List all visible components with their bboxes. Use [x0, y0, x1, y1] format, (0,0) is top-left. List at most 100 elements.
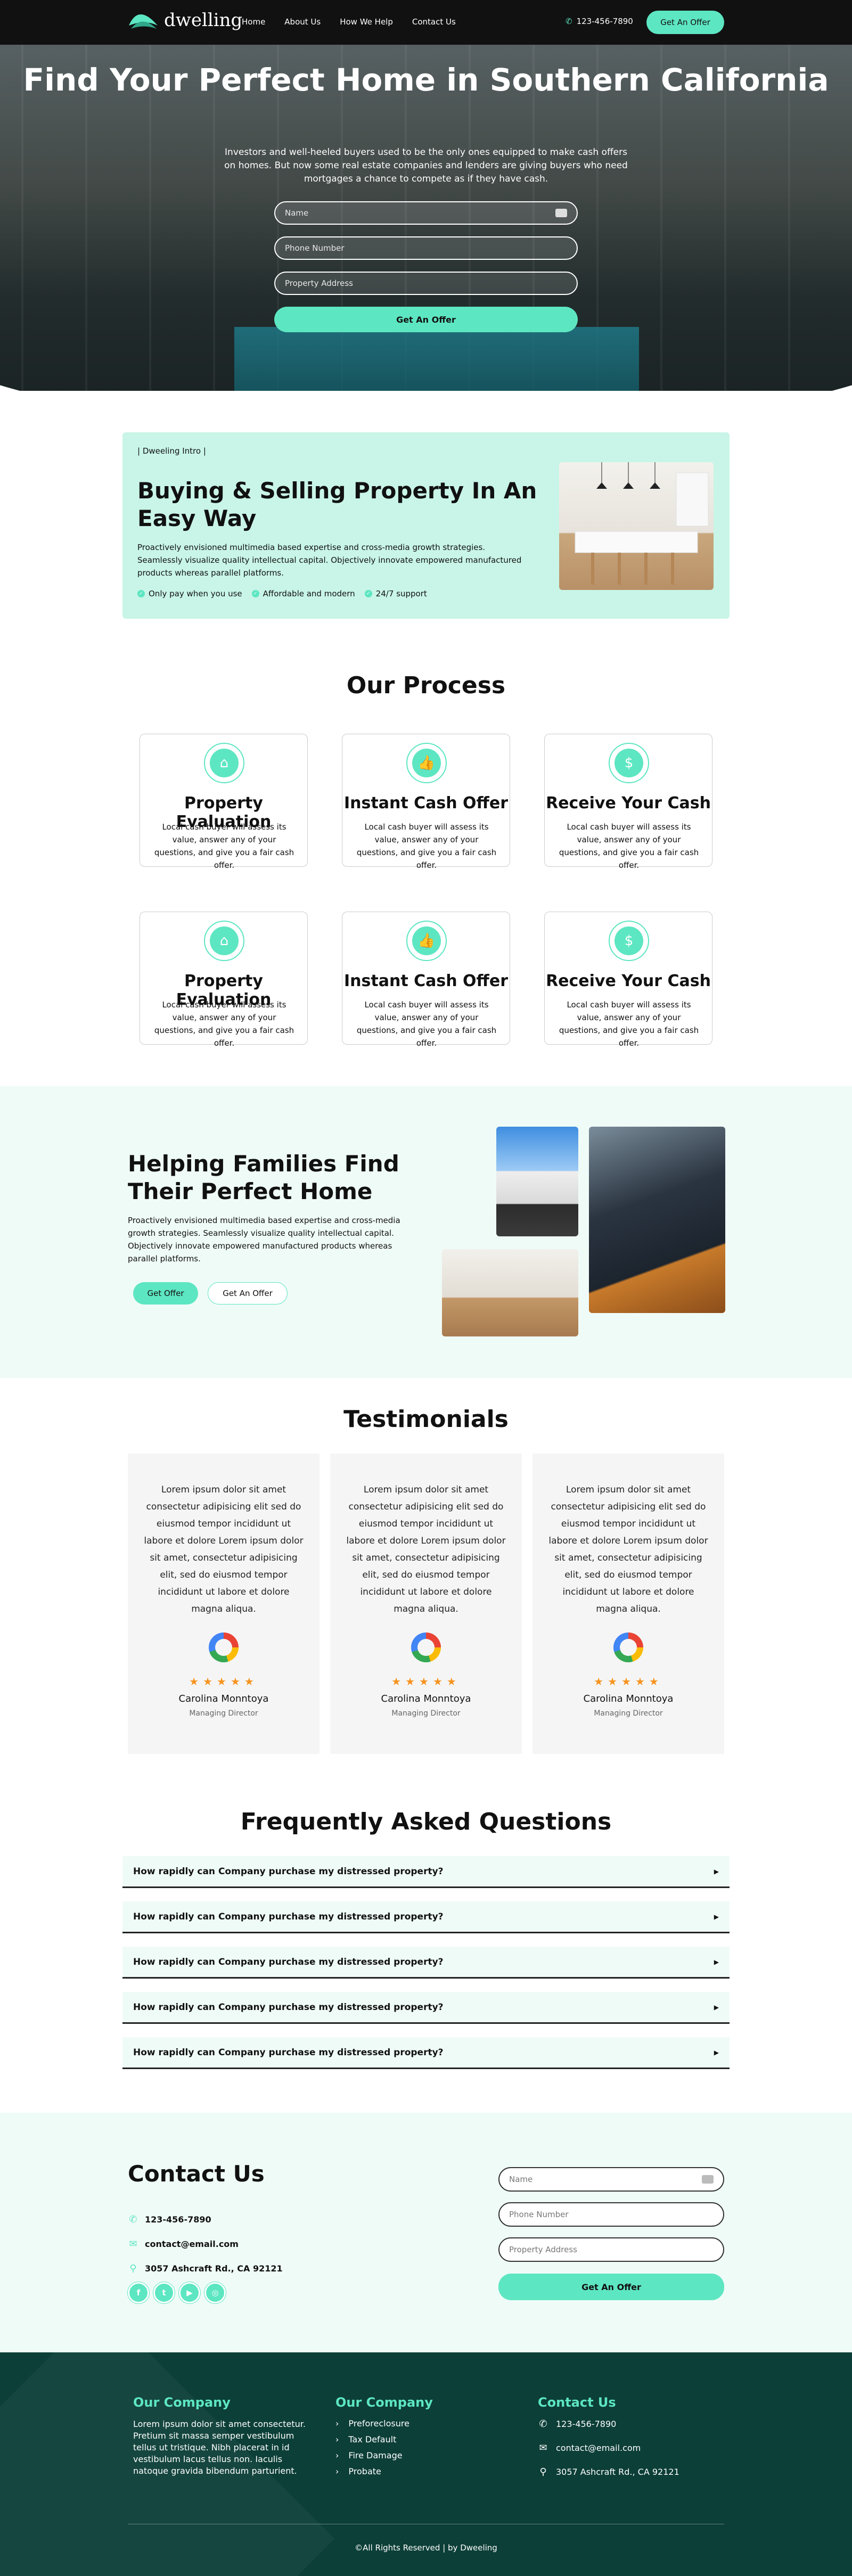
copyright: ©All Rights Reserved | by Dweeling [355, 2543, 497, 2553]
hero-title: Find Your Perfect Home in Southern Calif… [23, 62, 829, 98]
process-card-title: Receive Your Cash [546, 972, 711, 990]
faq-title: Frequently Asked Questions [240, 1808, 612, 1835]
footer-col1-title: Our Company [133, 2395, 231, 2410]
hero-phone-input[interactable]: Phone Number [274, 236, 578, 260]
faq-item[interactable]: How rapidly can Company purchase my dist… [122, 2037, 730, 2069]
footer-address-text: 3057 Ashcraft Rd., CA 92121 [556, 2467, 679, 2477]
location-pin-icon: ⚲ [539, 2466, 547, 2477]
nav-phone-number: 123-456-7890 [576, 17, 633, 26]
contact-phone[interactable]: ✆ 123-456-7890 [128, 2214, 211, 2225]
process-card-text: Local cash buyer will assess its value, … [356, 822, 497, 870]
process-card: $ Receive Your Cash Local cash buyer wil… [544, 912, 712, 1048]
helping-buttons: Get Offer Get An Offer [133, 1282, 288, 1305]
helping-text: Proactively envisioned multimedia based … [128, 1216, 400, 1264]
contact-submit-button[interactable]: Get An Offer [498, 2274, 724, 2300]
contact-section: Contact Us ✆ 123-456-7890 ✉ contact@email.… [0, 2113, 852, 2352]
process-icon-ring: 👍 [406, 921, 447, 961]
contact-address-input[interactable]: Property Address [498, 2237, 724, 2262]
hero-phone-placeholder: Phone Number [285, 243, 345, 253]
cash-icon: $ [615, 926, 643, 955]
hero-name-input[interactable]: Name [274, 201, 578, 225]
caret-right-icon: ▶ [714, 2048, 719, 2056]
footer-link-label: Preforeclosure [348, 2418, 409, 2429]
process-card-text: Local cash buyer will assess its value, … [559, 822, 699, 870]
email-icon: ✉ [539, 2442, 547, 2454]
nav-link-how-we-help[interactable]: How We Help [340, 17, 393, 27]
faq-question: How rapidly can Company purchase my dist… [133, 1956, 444, 1967]
thumbs-up-icon: 👍 [412, 749, 441, 777]
contact-name-input[interactable]: Name [498, 2167, 724, 2192]
instagram-icon[interactable]: ◎ [204, 2282, 226, 2303]
caret-right-icon: ▶ [714, 1913, 719, 1921]
footer-link-label: Probate [348, 2466, 381, 2476]
footer-links: › Preforeclosure › Tax Default › Fire Damag… [335, 2418, 409, 2482]
faq-item[interactable]: How rapidly can Company purchase my dist… [122, 1992, 730, 2024]
hero-submit-button[interactable]: Get An Offer [274, 307, 578, 332]
check-icon: ✓ [251, 590, 259, 597]
intro-title: Buying & Selling Property In An Easy Way [137, 478, 537, 531]
hero-address-input[interactable]: Property Address [274, 272, 578, 295]
footer-link-label: Fire Damage [348, 2450, 403, 2460]
process-card-title: Instant Cash Offer [344, 794, 508, 813]
testimonial-card: Lorem ipsum dolor sit amet consectetur a… [532, 1454, 724, 1754]
contact-phone-input[interactable]: Phone Number [498, 2202, 724, 2227]
faq-item[interactable]: How rapidly can Company purchase my dist… [122, 1947, 730, 1979]
process-card-text: Local cash buyer will assess its value, … [154, 1000, 294, 1048]
footer-link-label: Tax Default [348, 2434, 397, 2444]
get-offer-button[interactable]: Get Offer [133, 1282, 198, 1305]
check-label: Only pay when you use [149, 589, 242, 598]
house-exterior-image [496, 1127, 578, 1236]
hero-pool-image [234, 327, 639, 391]
nav-get-offer-button[interactable]: Get An Offer [646, 11, 724, 34]
chevron-right-icon: › [335, 2450, 339, 2460]
footer-link[interactable]: › Tax Default [335, 2434, 409, 2444]
location-pin-icon: ⚲ [129, 2263, 137, 2274]
footer-phone[interactable]: ✆ 123-456-7890 [538, 2418, 679, 2430]
phone-icon: ✆ [566, 17, 572, 26]
faq-question: How rapidly can Company purchase my dist… [133, 1866, 444, 1877]
process-card-title: Instant Cash Offer [344, 972, 508, 990]
footer-email-text: contact@email.com [556, 2443, 641, 2453]
testimonial-text: Lorem ipsum dolor sit amet consectetur a… [346, 1484, 506, 1614]
contact-email[interactable]: ✉ contact@email.com [128, 2238, 239, 2250]
contact-address-text: 3057 Ashcraft Rd., CA 92121 [145, 2263, 283, 2274]
social-links: f t ▶ ◎ [128, 2282, 226, 2303]
process-card: ⌂ Property Evaluation Local cash buyer w… [140, 734, 308, 870]
footer: Our Company Lorem ipsum dolor sit amet c… [0, 2352, 852, 2576]
facebook-icon[interactable]: f [128, 2282, 149, 2303]
get-an-offer-button[interactable]: Get An Offer [208, 1282, 288, 1305]
faq-item[interactable]: How rapidly can Company purchase my dist… [122, 1856, 730, 1888]
nav-link-contact[interactable]: Contact Us [412, 17, 456, 27]
nav-phone[interactable]: ✆ 123-456-7890 [566, 17, 633, 26]
hero-subtitle: Investors and well-heeled buyers used to… [224, 147, 628, 184]
process-card: $ Receive Your Cash Local cash buyer wil… [544, 734, 712, 870]
logo[interactable]: dwelling [128, 10, 242, 31]
hero-address-placeholder: Property Address [285, 278, 353, 288]
nav-link-home[interactable]: Home [242, 17, 265, 27]
footer-phone-text: 123-456-7890 [556, 2419, 617, 2429]
testimonial-name: Carolina Monntoya [178, 1693, 269, 1704]
process-card: 👍 Instant Cash Offer Local cash buyer wi… [342, 734, 510, 870]
youtube-icon[interactable]: ▶ [179, 2282, 200, 2303]
footer-link[interactable]: › Preforeclosure [335, 2418, 409, 2429]
footer-link[interactable]: › Probate [335, 2466, 409, 2476]
nav-link-about[interactable]: About Us [284, 17, 321, 27]
faq-item[interactable]: How rapidly can Company purchase my dist… [122, 1901, 730, 1933]
phone-icon: ✆ [129, 2214, 137, 2225]
footer-email[interactable]: ✉ contact@email.com [538, 2442, 679, 2454]
contact-name-placeholder: Name [509, 2175, 533, 2184]
contact-email-text: contact@email.com [145, 2239, 239, 2249]
twitter-icon[interactable]: t [153, 2282, 175, 2303]
testimonial-text: Lorem ipsum dolor sit amet consectetur a… [548, 1484, 708, 1614]
check-label: 24/7 support [375, 589, 427, 598]
process-icon-ring: $ [609, 743, 649, 783]
testimonial-role: Managing Director [391, 1709, 461, 1718]
logo-icon [129, 14, 158, 29]
footer-about-text: Lorem ipsum dolor sit amet consectetur. … [133, 2419, 306, 2476]
testimonial-card: Lorem ipsum dolor sit amet consectetur a… [330, 1454, 522, 1754]
footer-link[interactable]: › Fire Damage [335, 2450, 409, 2460]
google-icon [411, 1632, 441, 1662]
process-icon-ring: ⌂ [204, 743, 244, 783]
phone-icon: ✆ [539, 2418, 547, 2430]
contact-address: ⚲ 3057 Ashcraft Rd., CA 92121 [128, 2263, 283, 2274]
